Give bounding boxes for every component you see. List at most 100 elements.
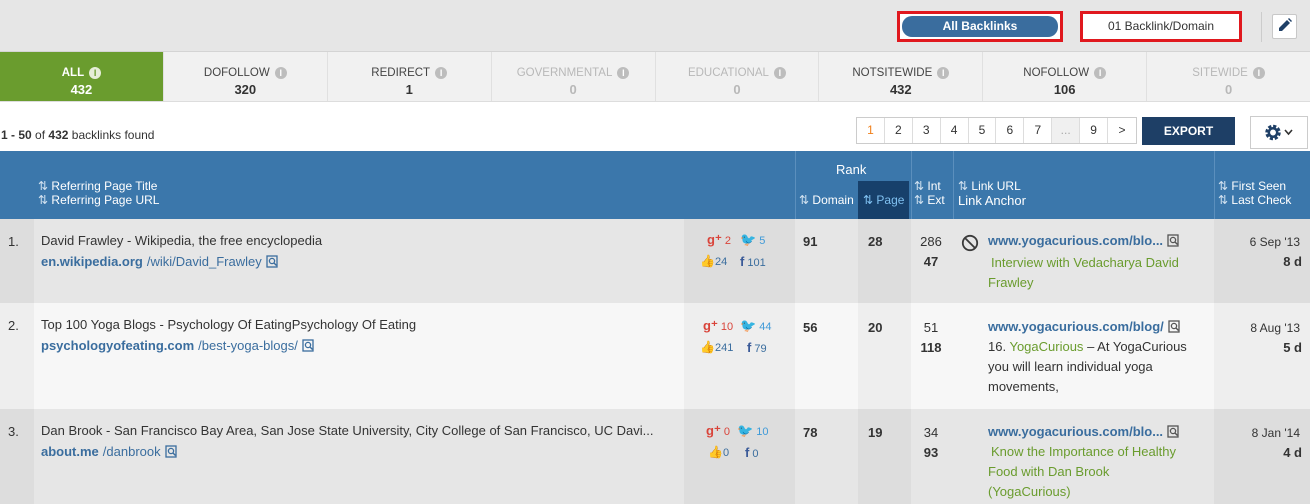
magnifier-icon[interactable] — [1167, 424, 1180, 439]
referring-page-url[interactable]: psychologyofeating.com/best-yoga-blogs/ — [41, 338, 315, 353]
table-row: 1. David Frawley - Wikipedia, the free e… — [0, 219, 1310, 303]
page-5[interactable]: 5 — [969, 118, 997, 143]
page-rank-cell — [858, 409, 911, 504]
link-url[interactable]: www.yogacurious.com/blo... — [988, 233, 1180, 248]
twitter-count: 🐦 44 — [740, 318, 772, 334]
all-backlinks-button[interactable]: All Backlinks — [897, 11, 1063, 42]
magnifier-icon[interactable] — [1167, 233, 1180, 248]
info-icon: i — [274, 67, 287, 79]
header-last-check: Last Check — [1231, 193, 1292, 207]
link-url-text: www.yogacurious.com/blog/ — [988, 319, 1164, 334]
referring-page-title[interactable]: David Frawley - Wikipedia, the free ency… — [41, 233, 681, 248]
page-3[interactable]: 3 — [913, 118, 941, 143]
ext-links: 93 — [923, 445, 939, 460]
export-button[interactable]: EXPORT — [1142, 117, 1235, 145]
url-domain: psychologyofeating.com — [41, 338, 195, 353]
toolbar-divider — [1261, 12, 1262, 42]
page-7[interactable]: 7 — [1024, 118, 1053, 143]
last-check: 4 d — [1283, 445, 1302, 460]
google-plus-icon: g⁺ — [703, 318, 718, 333]
tab-dofollow[interactable]: DOFOLLOW i 320 — [164, 52, 328, 101]
header-link-url: Link URL — [971, 179, 1021, 193]
sort-referring-page-title[interactable]: ⇅ Referring Page Title — [38, 179, 157, 193]
thumbs-up-icon: 👍 — [700, 254, 715, 268]
referring-page-title[interactable]: Dan Brook - San Francisco Bay Area, San … — [41, 423, 677, 438]
twitter-value: 10 — [756, 426, 769, 438]
results-summary: 1 - 50 of 432 backlinks found — [1, 128, 154, 142]
row-index: 3. — [8, 424, 19, 439]
info-icon: i — [1252, 67, 1265, 79]
tab-count: 0 — [569, 82, 577, 97]
sort-domain-rank[interactable]: ⇅ Domain — [799, 193, 854, 207]
sort-ext-links[interactable]: ⇅ Ext — [914, 193, 945, 207]
google-plus-icon: g⁺ — [706, 423, 721, 438]
edit-button[interactable] — [1272, 14, 1297, 39]
tab-educational[interactable]: EDUCATIONAL i 0 — [656, 52, 820, 101]
referring-page-url[interactable]: about.me/danbrook — [41, 444, 178, 459]
magnifier-icon[interactable] — [1168, 319, 1181, 334]
header-int: Int — [927, 179, 941, 193]
page-2[interactable]: 2 — [885, 118, 913, 143]
link-url[interactable]: www.yogacurious.com/blog/ — [988, 319, 1181, 334]
tab-redirect[interactable]: REDIRECT i 1 — [328, 52, 492, 101]
link-anchor: Know the Importance of Healthy Food with … — [988, 442, 1203, 502]
sort-link-url[interactable]: ⇅ Link URL — [958, 179, 1021, 193]
page-1[interactable]: 1 — [857, 118, 885, 143]
table-row: 3. Dan Brook - San Francisco Bay Area, S… — [0, 409, 1310, 504]
referring-page-url[interactable]: en.wikipedia.org/wiki/David_Frawley — [41, 254, 279, 269]
anchor-line: Interview with Vedacharya David — [991, 255, 1179, 270]
tab-label: DOFOLLOW — [203, 67, 270, 79]
likes-value: 24 — [714, 256, 728, 268]
facebook-count: f 79 — [747, 340, 767, 355]
magnifier-icon[interactable] — [302, 338, 315, 353]
anchor-line: you will learn individual yoga — [988, 359, 1153, 374]
gplus-value: 0 — [723, 426, 730, 438]
page-6[interactable]: 6 — [996, 118, 1025, 143]
google-plus-count: g⁺ 0 — [706, 423, 730, 439]
tab-count: 1 — [405, 82, 413, 97]
ext-links: 47 — [923, 254, 939, 269]
one-backlink-per-domain-button[interactable]: 01 Backlink/Domain — [1080, 11, 1242, 42]
gplus-value: 10 — [720, 321, 734, 333]
google-plus-count: g⁺ 10 — [703, 318, 733, 334]
page-next[interactable]: > — [1108, 118, 1136, 143]
sort-first-seen[interactable]: ⇅ First Seen — [1218, 179, 1286, 193]
filter-tabs: ALL i 432 DOFOLLOW i 320 REDIRECT i 1 GOVERNME… — [0, 52, 1310, 102]
settings-dropdown-button[interactable] — [1250, 116, 1308, 149]
tab-count: 320 — [234, 82, 257, 97]
header-page: Page — [876, 193, 905, 207]
magnifier-icon[interactable] — [266, 254, 279, 269]
url-path: /danbrook — [102, 444, 161, 459]
header-link-anchor: Link Anchor — [958, 193, 1026, 208]
page-4[interactable]: 4 — [941, 118, 969, 143]
facebook-value: 101 — [747, 257, 766, 269]
int-links: 286 — [920, 234, 942, 249]
sort-referring-page-url[interactable]: ⇅ Referring Page URL — [38, 193, 159, 207]
page-9[interactable]: 9 — [1080, 118, 1109, 143]
anchor-line: Frawley — [988, 275, 1034, 290]
all-backlinks-label: All Backlinks — [902, 16, 1058, 37]
header-first-seen: First Seen — [1231, 179, 1287, 193]
sort-int-links[interactable]: ⇅ Int — [914, 179, 941, 193]
info-icon: i — [89, 67, 102, 79]
tab-nofollow[interactable]: NOFOLLOW i 106 — [983, 52, 1148, 101]
pagination: 1 2 3 4 5 6 7 ... 9 > — [856, 117, 1137, 144]
link-url[interactable]: www.yogacurious.com/blo... — [988, 424, 1180, 439]
sort-page-rank[interactable]: ⇅ Page — [858, 181, 909, 219]
first-seen: 8 Jan '14 — [1251, 426, 1300, 440]
facebook-value: 0 — [752, 448, 759, 460]
url-path: /best-yoga-blogs/ — [198, 338, 298, 353]
tab-governmental[interactable]: GOVERNMENTAL i 0 — [492, 52, 656, 101]
header-ext: Ext — [927, 193, 945, 207]
sort-last-check[interactable]: ⇅ Last Check — [1218, 193, 1291, 207]
magnifier-icon[interactable] — [164, 444, 178, 459]
likes-count: 👍0 — [708, 445, 729, 459]
header-divider — [953, 151, 954, 219]
tab-sitewide[interactable]: SITEWIDE i 0 — [1147, 52, 1310, 101]
anchor-line: Food with Dan Brook — [988, 464, 1110, 479]
tab-all[interactable]: ALL i 432 — [0, 52, 164, 101]
tab-notsitewide[interactable]: NOTSITEWIDE i 432 — [819, 52, 984, 101]
results-range: 1 - 50 — [1, 128, 32, 142]
referring-page-title[interactable]: Top 100 Yoga Blogs - Psychology Of Eatin… — [41, 317, 681, 332]
chevron-down-icon — [1284, 129, 1293, 136]
